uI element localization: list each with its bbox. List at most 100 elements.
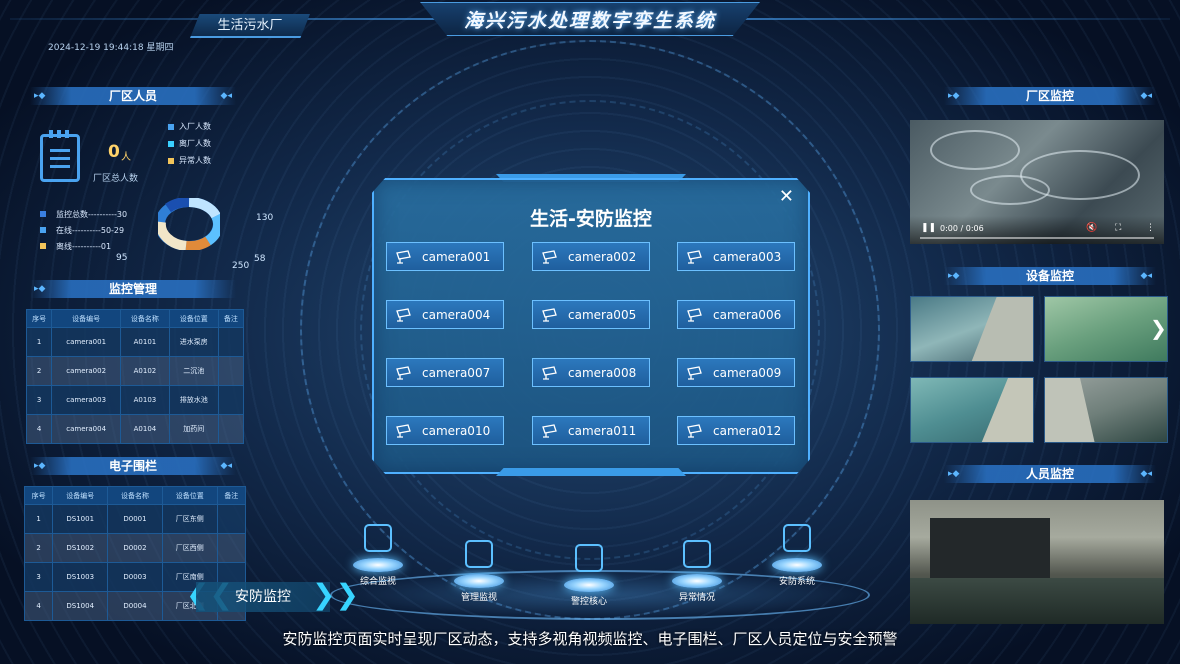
camera-button-camera009[interactable]: camera009 [677, 358, 795, 387]
device-thumbnail[interactable] [910, 377, 1034, 443]
camera-button-camera004[interactable]: camera004 [386, 300, 504, 329]
legend-item: 入厂人数 [168, 118, 211, 135]
nav-security[interactable]: 安防系统 [762, 524, 832, 587]
plant-monitor-title: 厂区监控 [1025, 89, 1074, 103]
legend-swatch [40, 211, 46, 217]
col-header: 设备位置 [161, 486, 218, 505]
camera-button-camera002[interactable]: camera002 [532, 242, 650, 271]
monitor-donut-chart [158, 198, 220, 250]
camera-button-camera007[interactable]: camera007 [386, 358, 504, 387]
table-cell: DS1003 [52, 562, 109, 592]
total-staff-value: 0 [108, 142, 120, 162]
col-header: 设备名称 [120, 309, 170, 328]
table-row[interactable]: 2 DS1002 D0002 厂区西侧 [23, 533, 247, 563]
legend-item: 离厂人数 [168, 135, 211, 152]
camera-button-camera001[interactable]: camera001 [386, 242, 504, 271]
cctv-camera-icon [396, 423, 411, 438]
video-progress-bar[interactable] [920, 237, 1154, 239]
table-row[interactable]: 2 camera002 A0102 二沉池 [25, 356, 245, 386]
clipboard-icon [40, 130, 80, 182]
cctv-camera-icon [396, 249, 411, 264]
mode-banner[interactable]: 安防监控 [196, 582, 330, 612]
table-cell [217, 414, 245, 444]
more-options-icon[interactable]: ⋮ [1146, 223, 1155, 233]
table-cell: A0101 [120, 327, 170, 357]
camera-label: camera001 [422, 249, 491, 264]
datetime: 2024-12-19 19:44:18 星期四 [48, 43, 174, 53]
table-cell: 3 [23, 562, 54, 592]
plant-video-player[interactable]: ❚❚ 0:00 / 0:06 🔇 ⛶ ⋮ [910, 120, 1164, 244]
fence-section-title: 电子围栏 [108, 459, 157, 473]
cctv-camera-icon [687, 307, 702, 322]
app-title: 海兴污水处理数字孪生系统 [463, 9, 716, 32]
camera-button-camera012[interactable]: camera012 [677, 416, 795, 445]
table-cell: 进水泵房 [168, 327, 219, 357]
donut-segment [185, 236, 211, 250]
fence-section-header: ▸◆ 电子围栏 ◆◂ [30, 457, 236, 475]
camera-button-camera006[interactable]: camera006 [677, 300, 795, 329]
nav-alarm-core[interactable]: 警控核心 [554, 544, 624, 607]
table-cell: 排放水池 [168, 385, 219, 415]
total-staff-unit: 人 [121, 152, 131, 163]
camera-button-camera003[interactable]: camera003 [677, 242, 795, 271]
table-cell [217, 327, 245, 357]
device-thumbnail[interactable] [910, 296, 1034, 362]
table-cell: 2 [23, 533, 54, 563]
site-tab[interactable]: 生活污水厂 [190, 14, 310, 38]
chevron-right-icon[interactable]: ❯ [1150, 316, 1167, 340]
table-cell: camera004 [51, 414, 121, 444]
legend-swatch [168, 157, 174, 164]
nav-anomaly[interactable]: 异常情况 [662, 540, 732, 603]
table-row[interactable]: 3 camera003 A0103 排放水池 [25, 385, 245, 415]
nav-base [454, 574, 504, 588]
top-bar: 海兴污水处理数字孪生系统 生活污水厂 [0, 0, 1180, 40]
header-arrow-icon: ◆◂ [1140, 91, 1152, 101]
table-row[interactable]: 4 camera004 A0104 加药间 [25, 414, 245, 444]
cctv-camera-icon [687, 365, 702, 380]
header-arrow-icon: ▸◆ [948, 271, 960, 281]
pause-icon[interactable]: ❚❚ [921, 223, 936, 233]
header-arrow-icon: ▸◆ [948, 469, 960, 479]
nav-base [672, 574, 722, 588]
staff-legend: 入厂人数 离厂人数 异常人数 [168, 118, 211, 169]
mute-icon[interactable]: 🔇 [1086, 223, 1097, 233]
camera-button-camera008[interactable]: camera008 [532, 358, 650, 387]
camera-button-camera011[interactable]: camera011 [532, 416, 650, 445]
table-cell: A0102 [120, 356, 170, 386]
building-icon [465, 540, 493, 568]
camera-button-camera010[interactable]: camera010 [386, 416, 504, 445]
modal-title: 生活-安防监控 [530, 208, 652, 230]
table-cell: 1 [23, 504, 54, 534]
table-cell: D0003 [107, 562, 163, 592]
camera-label: camera003 [713, 249, 782, 264]
camera-label: camera010 [422, 423, 491, 438]
col-header: 序号 [23, 486, 54, 505]
legend-item: 异常人数 [168, 152, 211, 169]
table-cell: camera003 [51, 385, 121, 415]
modal-bottom-tab [496, 468, 686, 476]
monitor-section-header: ▸◆ 监控管理 [30, 280, 236, 298]
device-thumbnail[interactable] [1044, 377, 1168, 443]
person-camera-feed[interactable] [910, 500, 1164, 624]
header-arrow-icon: ▸◆ [34, 91, 46, 101]
fullscreen-icon[interactable]: ⛶ [1115, 223, 1121, 233]
table-cell: 3 [25, 385, 53, 415]
table-row[interactable]: 1 DS1001 D0001 厂区东侧 [23, 504, 247, 534]
table-cell: D0002 [107, 533, 163, 563]
col-header: 设备名称 [107, 486, 163, 505]
table-cell [217, 356, 245, 386]
table-row[interactable]: 1 camera001 A0101 进水泵房 [25, 327, 245, 357]
close-icon[interactable]: ✕ [779, 186, 794, 207]
table-cell [216, 504, 247, 534]
device-monitor-title: 设备监控 [1025, 269, 1074, 283]
camera-label: camera002 [568, 249, 637, 264]
monitor-table: 序号 设备编号 设备名称 设备位置 备注 1 camera001 A0101 进… [25, 309, 245, 444]
gate-opening [930, 518, 1050, 578]
camera-button-camera005[interactable]: camera005 [532, 300, 650, 329]
nav-management[interactable]: 管理监视 [444, 540, 514, 603]
col-header: 设备编号 [52, 486, 109, 505]
pie-label: 130 [256, 213, 274, 223]
device-monitor-header: ▸◆ 设备监控 ◆◂ [944, 267, 1156, 285]
col-header: 序号 [25, 309, 53, 328]
header-arrow-icon: ▸◆ [34, 461, 46, 471]
